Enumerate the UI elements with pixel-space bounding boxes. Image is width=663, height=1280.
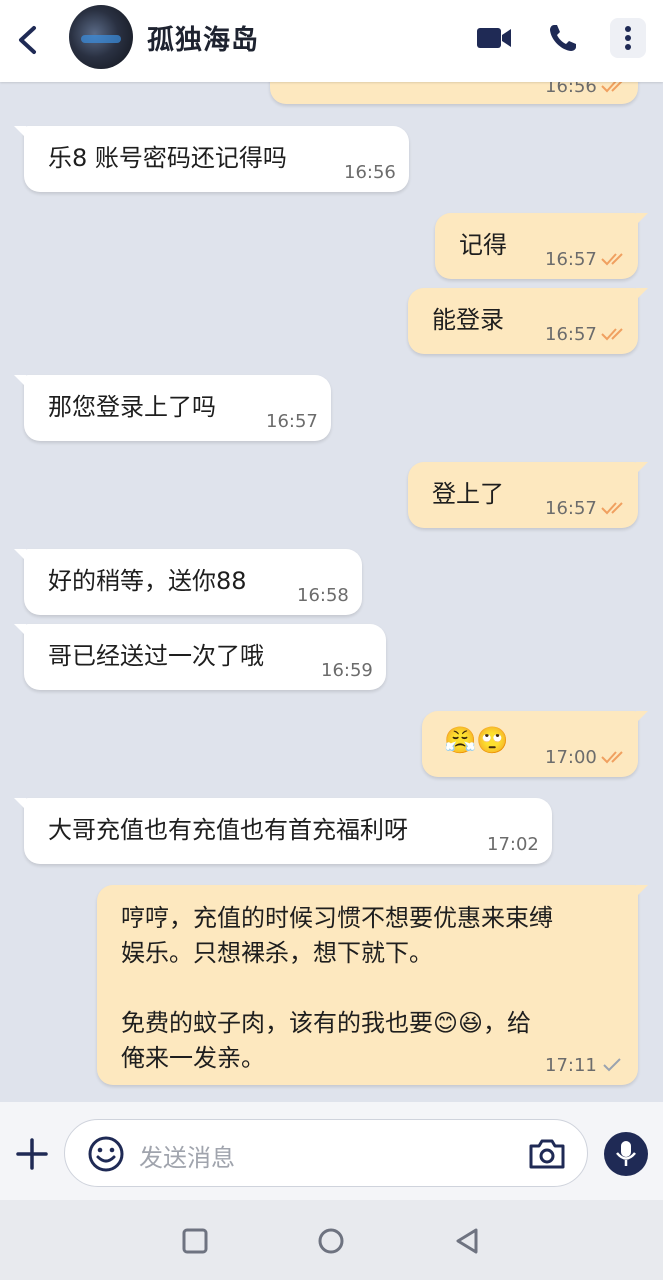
message-line: 娱乐。只想裸杀，想下就下。 [121, 939, 433, 967]
emoji-icon[interactable] [87, 1135, 125, 1173]
message-text: 乐8 账号密码还记得吗 [48, 144, 287, 172]
message-bubble-incoming[interactable]: 好的稍等，送你88 16:58 [14, 549, 362, 615]
more-options-button[interactable] [610, 18, 646, 58]
back-button[interactable] [10, 22, 46, 58]
message-input[interactable]: 发送消息 [64, 1119, 588, 1187]
message-line: 哼哼，充值的时候习惯不想要优惠来束缚 [121, 904, 553, 932]
read-ticks-icon [601, 328, 623, 341]
mic-icon [616, 1141, 636, 1166]
message-text: 哥已经送过一次了哦 [48, 642, 264, 670]
voice-record-button[interactable] [604, 1132, 648, 1176]
recent-apps-icon[interactable] [180, 1226, 210, 1256]
plus-icon [16, 1138, 48, 1170]
read-ticks-icon [601, 751, 623, 764]
message-time: 16:57 [545, 249, 597, 270]
video-camera-icon [477, 28, 511, 48]
message-bubble-outgoing[interactable]: 哼哼，充值的时候习惯不想要优惠来束缚 娱乐。只想裸杀，想下就下。 免费的蚊子肉，… [97, 885, 648, 1085]
message-bubble-outgoing[interactable]: 16:56 [270, 82, 638, 104]
back-nav-icon[interactable] [452, 1226, 482, 1256]
video-call-button[interactable] [474, 18, 514, 58]
message-bubble-incoming[interactable]: 乐8 账号密码还记得吗 16:56 [14, 126, 409, 192]
attach-button[interactable] [12, 1134, 52, 1174]
message-time: 16:58 [297, 585, 349, 606]
read-ticks-icon [601, 82, 623, 93]
read-ticks-icon [601, 253, 623, 266]
contact-name[interactable]: 孤独海岛 [147, 18, 259, 57]
message-line-gap [121, 971, 621, 1006]
contact-avatar[interactable] [69, 5, 133, 69]
message-time: 17:02 [487, 834, 539, 855]
message-time: 16:57 [545, 324, 597, 345]
chat-header: 孤独海岛 [0, 0, 663, 82]
message-bubble-outgoing[interactable]: 记得 16:57 [435, 213, 648, 279]
voice-call-button[interactable] [543, 18, 583, 58]
message-time: 16:56 [545, 82, 597, 97]
message-text: 大哥充值也有充值也有首充福利呀 [48, 816, 408, 844]
system-navigation-bar [0, 1200, 663, 1280]
message-bubble-outgoing[interactable]: 能登录 16:57 [408, 288, 648, 354]
message-time: 16:56 [344, 162, 396, 183]
message-bubble-outgoing[interactable]: 登上了 16:57 [408, 462, 648, 528]
message-composer: 发送消息 [0, 1102, 663, 1200]
message-line: 免费的蚊子肉，该有的我也要😊😆，给 [121, 1009, 532, 1037]
back-arrow-icon [19, 26, 36, 54]
message-list[interactable]: 16:56 乐8 账号密码还记得吗 16:56 记得 16:57 能登录 16:… [0, 82, 663, 1102]
message-text: 记得 [459, 231, 507, 259]
sent-tick-icon [603, 1058, 621, 1072]
message-text: 能登录 [432, 306, 504, 334]
message-text: 😤🙄 [444, 726, 509, 756]
message-time: 16:57 [545, 498, 597, 519]
message-time: 16:57 [266, 411, 318, 432]
phone-icon [550, 25, 576, 51]
message-bubble-incoming[interactable]: 哥已经送过一次了哦 16:59 [14, 624, 386, 690]
message-text: 那您登录上了吗 [48, 393, 216, 421]
input-placeholder: 发送消息 [139, 1144, 235, 1172]
camera-icon[interactable] [527, 1136, 567, 1172]
home-icon[interactable] [316, 1226, 346, 1256]
message-text: 哼哼，充值的时候习惯不想要优惠来束缚 娱乐。只想裸杀，想下就下。 免费的蚊子肉，… [121, 901, 621, 1076]
message-bubble-outgoing[interactable]: 😤🙄 17:00 [422, 711, 648, 777]
message-time: 17:00 [545, 747, 597, 768]
message-time: 17:11 [545, 1055, 597, 1076]
message-time: 16:59 [321, 660, 373, 681]
message-bubble-incoming[interactable]: 大哥充值也有充值也有首充福利呀 17:02 [14, 798, 552, 864]
message-text: 好的稍等，送你88 [48, 567, 247, 595]
read-ticks-icon [601, 502, 623, 515]
message-text: 登上了 [432, 480, 504, 508]
message-bubble-incoming[interactable]: 那您登录上了吗 16:57 [14, 375, 331, 441]
more-vert-icon [625, 26, 631, 50]
